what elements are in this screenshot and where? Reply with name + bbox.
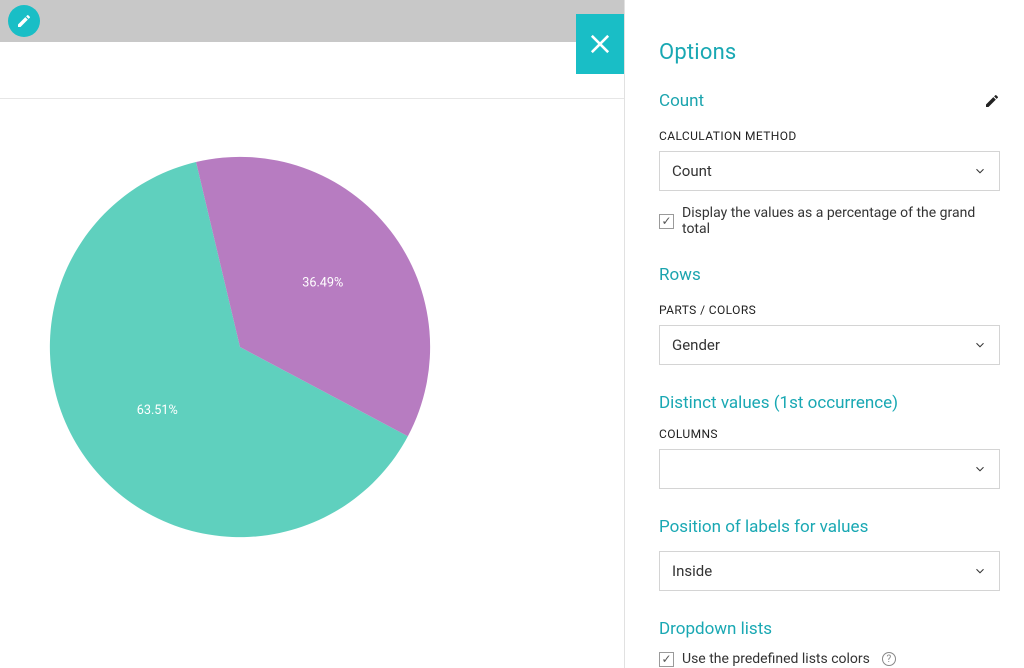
calc-method-label: CALCULATION METHOD — [659, 129, 1000, 143]
rows-heading: Rows — [659, 265, 701, 285]
parts-colors-select[interactable]: Gender — [659, 325, 1000, 365]
position-value: Inside — [672, 562, 712, 580]
columns-select[interactable] — [659, 449, 1000, 489]
chevron-down-icon — [973, 164, 987, 178]
chart-stage: 63.51% 36.49% — [0, 42, 624, 668]
chevron-down-icon — [973, 338, 987, 352]
pie-slice-label: 36.49% — [302, 275, 343, 290]
close-icon — [586, 30, 614, 58]
predefined-colors-checkbox[interactable] — [659, 652, 674, 667]
options-panel-container: Options Count CALCULATION METHOD Count D… — [576, 0, 1024, 668]
edit-fab-button[interactable] — [8, 5, 40, 37]
panel-title: Options — [659, 40, 1000, 65]
pie-chart: 63.51% 36.49% — [45, 152, 435, 542]
calc-method-select[interactable]: Count — [659, 151, 1000, 191]
parts-colors-value: Gender — [672, 336, 720, 354]
section-distinct: Distinct values (1st occurrence) COLUMNS — [659, 393, 1000, 489]
section-dropdown-lists: Dropdown lists Use the predefined lists … — [659, 619, 1000, 667]
section-rows: Rows PARTS / COLORS Gender — [659, 265, 1000, 365]
parts-colors-label: PARTS / COLORS — [659, 303, 1000, 317]
predefined-colors-label: Use the predefined lists colors — [682, 651, 870, 667]
chevron-down-icon — [973, 462, 987, 476]
close-panel-button[interactable] — [576, 14, 624, 74]
options-panel: Options Count CALCULATION METHOD Count D… — [624, 0, 1024, 668]
help-icon[interactable]: ? — [882, 652, 896, 666]
percentage-checkbox[interactable] — [659, 214, 674, 229]
columns-label: COLUMNS — [659, 427, 1000, 441]
percentage-checkbox-label: Display the values as a percentage of th… — [682, 205, 1000, 237]
predefined-colors-checkbox-row[interactable]: Use the predefined lists colors ? — [659, 651, 1000, 667]
calc-method-value: Count — [672, 162, 712, 180]
distinct-heading: Distinct values (1st occurrence) — [659, 393, 898, 413]
edit-count-icon[interactable] — [984, 93, 1000, 109]
percentage-checkbox-row[interactable]: Display the values as a percentage of th… — [659, 205, 1000, 237]
section-position: Position of labels for values Inside — [659, 517, 1000, 591]
section-count: Count CALCULATION METHOD Count Display t… — [659, 91, 1000, 237]
dropdown-lists-heading: Dropdown lists — [659, 619, 772, 639]
chevron-down-icon — [973, 564, 987, 578]
position-heading: Position of labels for values — [659, 517, 868, 537]
position-select[interactable]: Inside — [659, 551, 1000, 591]
pie-chart-container: 63.51% 36.49% — [0, 152, 480, 542]
stage-divider — [0, 98, 624, 99]
pie-slice-label: 63.51% — [137, 403, 178, 418]
pencil-icon — [16, 13, 32, 29]
count-heading: Count — [659, 91, 704, 111]
